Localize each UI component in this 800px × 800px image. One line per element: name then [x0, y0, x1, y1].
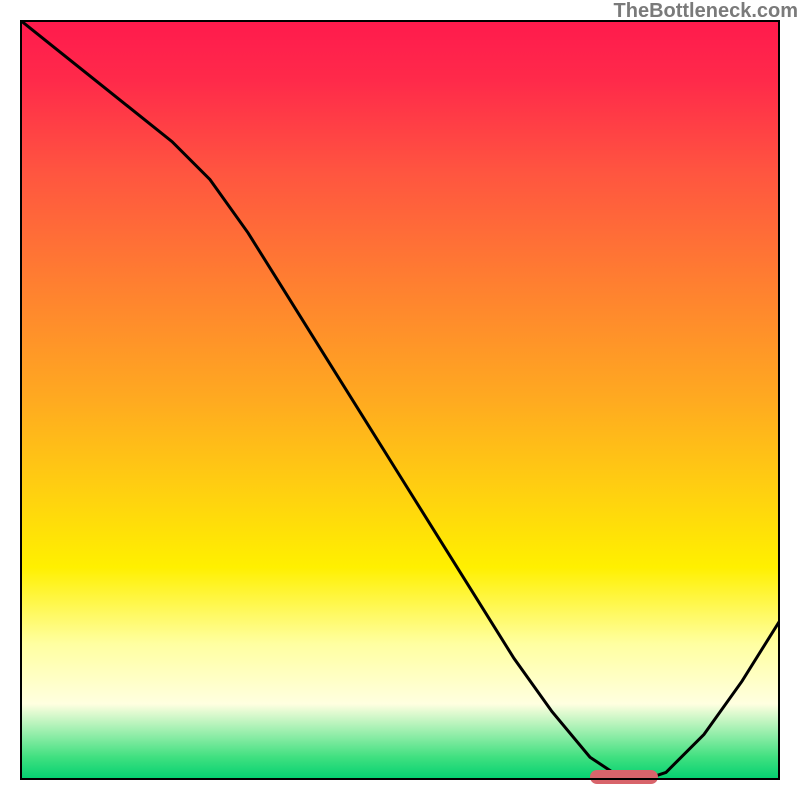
chart-container: TheBottleneck.com	[0, 0, 800, 800]
plot-frame	[20, 20, 780, 780]
watermark-text: TheBottleneck.com	[614, 0, 798, 23]
